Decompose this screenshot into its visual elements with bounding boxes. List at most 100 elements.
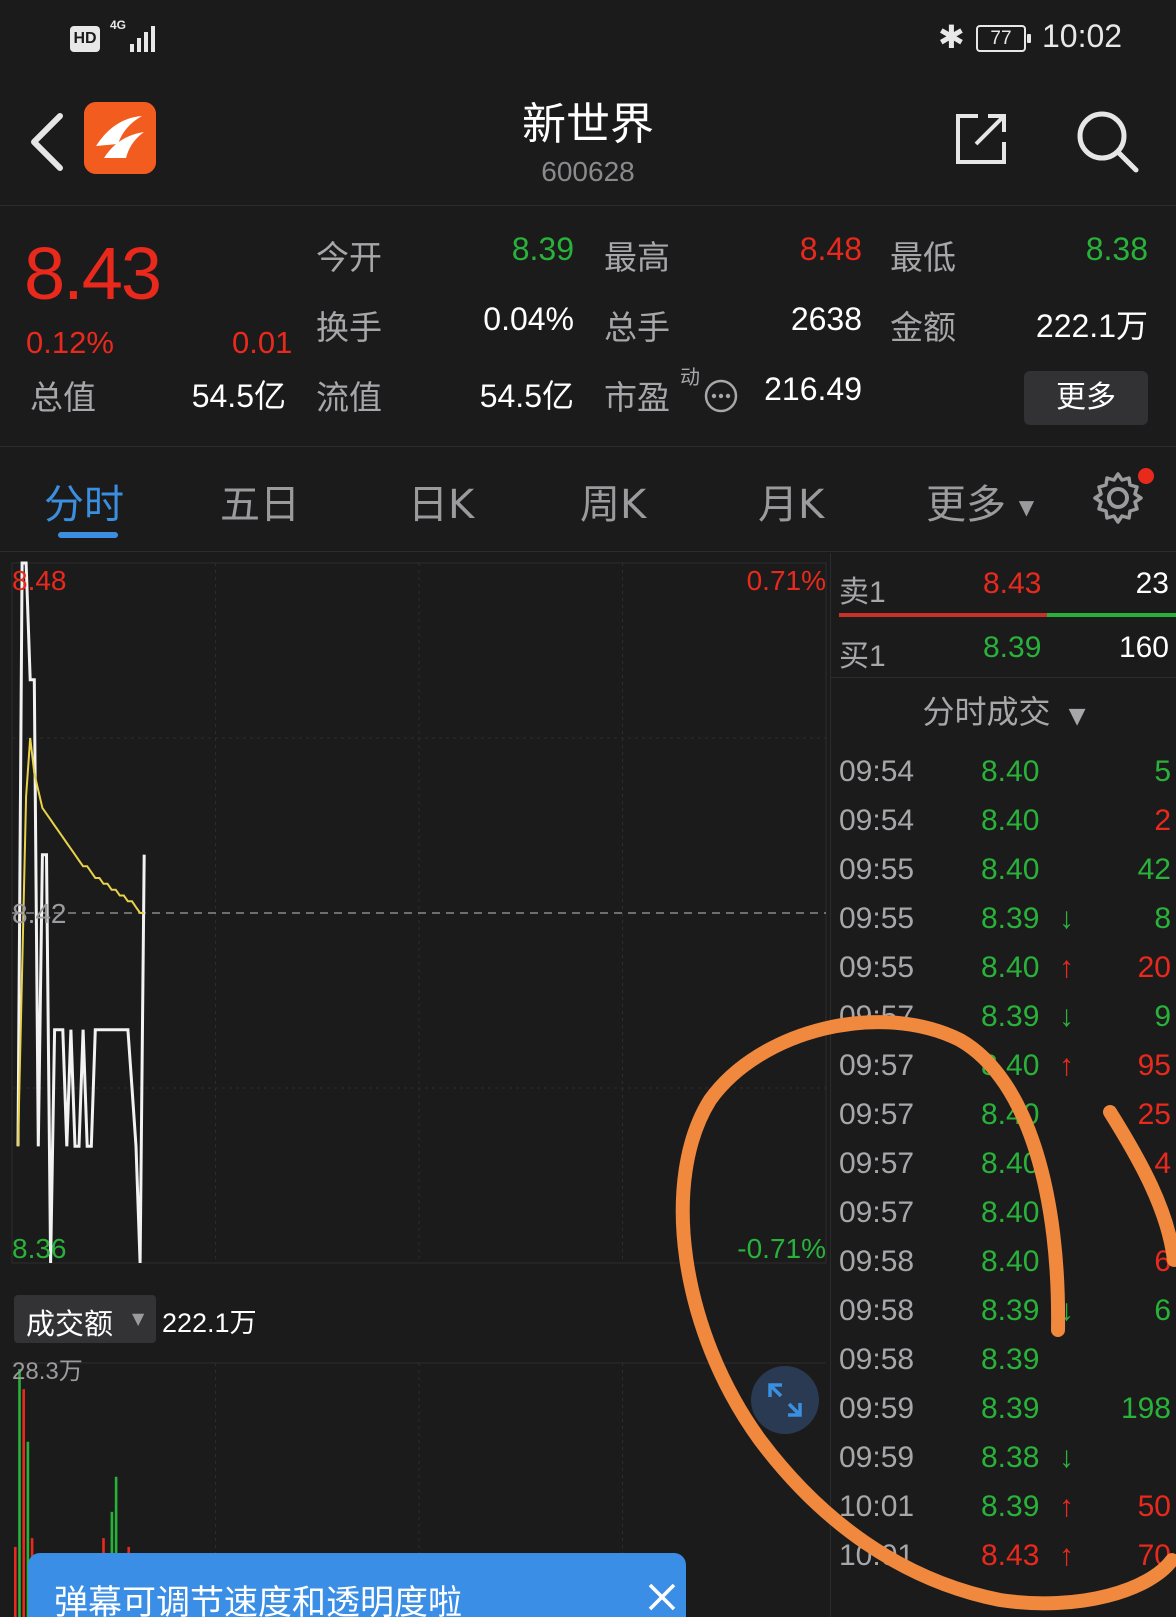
tick-volume: 198 — [1120, 1392, 1171, 1425]
volume-bar — [18, 1369, 21, 1617]
tick-price: 8.40 — [981, 755, 1040, 788]
tab-five-day[interactable]: 五日 — [220, 472, 300, 530]
tick-volume: 42 — [1137, 853, 1171, 886]
tick-volume: 5 — [1154, 755, 1171, 788]
tab-intraday[interactable]: 分时 — [44, 472, 124, 530]
volume-selector-label: 成交额 — [26, 1307, 114, 1341]
y-label-bottom: 8.36 — [12, 1233, 67, 1264]
tick-price: 8.40 — [981, 853, 1040, 886]
tick-price: 8.40 — [981, 1196, 1040, 1229]
tick-row: 09:55 8.40 ↑ 20 — [831, 945, 1176, 995]
sell-1-volume: 23 — [1135, 567, 1169, 600]
share-icon[interactable] — [952, 108, 1012, 168]
turnover-label: 换手 — [316, 308, 382, 347]
tab-more[interactable]: 更多 ▼ — [926, 472, 1034, 530]
y-label-top: 8.48 — [12, 565, 67, 596]
tab-more-label: 更多 — [926, 482, 1006, 528]
search-icon[interactable] — [1074, 108, 1140, 174]
arrow-up-icon: ↑ — [1059, 1539, 1074, 1572]
tick-price: 8.39 — [981, 1490, 1040, 1523]
high-label: 最高 — [604, 238, 670, 277]
tick-price: 8.39 — [981, 1294, 1040, 1327]
tick-row: 10:01 8.43 ↑ 70 — [831, 1533, 1176, 1583]
low-label: 最低 — [890, 238, 956, 277]
y-label-mid: 8.42 — [12, 898, 67, 929]
buy-1-volume: 160 — [1118, 631, 1169, 664]
notification-dot — [1138, 468, 1154, 484]
tick-time: 09:59 — [839, 1441, 915, 1474]
tab-daily-k[interactable]: 日K — [408, 472, 474, 530]
tick-time: 09:57 — [839, 1147, 915, 1180]
tab-weekly-k[interactable]: 周K — [580, 472, 646, 530]
close-icon[interactable] — [644, 1579, 680, 1615]
tick-time: 09:59 — [839, 1392, 915, 1425]
tick-volume: 9 — [1154, 1000, 1171, 1033]
tick-row: 09:55 8.39 ↓ 8 — [831, 896, 1176, 946]
tick-row: 09:59 8.38 ↓ — [831, 1435, 1176, 1485]
volume-bar — [22, 1389, 25, 1617]
open-value: 8.39 — [511, 231, 574, 267]
tick-row: 09:57 8.40 4 — [831, 1141, 1176, 1191]
ticks-header[interactable]: 分时成交 ▼ — [831, 687, 1176, 743]
tick-row: 09:58 8.39 ↓ 6 — [831, 1288, 1176, 1338]
volume-label: 总手 — [604, 308, 670, 347]
tab-monthly-k[interactable]: 月K — [758, 472, 824, 530]
amount-value: 222.1万 — [1035, 308, 1148, 344]
tick-price: 8.43 — [981, 1539, 1040, 1572]
tick-row: 09:57 8.39 ↓ 9 — [831, 994, 1176, 1044]
expand-chart-icon[interactable] — [750, 1365, 820, 1435]
tick-time: 09:55 — [839, 853, 915, 886]
tick-price: 8.40 — [981, 1098, 1040, 1131]
volume-total: 222.1万 — [162, 1308, 257, 1338]
tick-price: 8.40 — [981, 804, 1040, 837]
hd-icon: HD — [70, 26, 100, 52]
amount-label: 金额 — [890, 308, 956, 347]
tick-price: 8.40 — [981, 951, 1040, 984]
tick-volume: 6 — [1154, 1245, 1171, 1278]
chart-grid — [11, 562, 827, 1617]
pe-superscript: 动 — [680, 365, 700, 389]
arrow-down-icon: ↓ — [1059, 1000, 1074, 1033]
volume-selector[interactable]: 成交额 ▼ — [14, 1295, 156, 1343]
tick-price: 8.39 — [981, 902, 1040, 935]
tick-price: 8.38 — [981, 1441, 1040, 1474]
market-cap-value: 54.5亿 — [191, 378, 286, 414]
tick-row: 10:01 8.39 ↑ 50 — [831, 1484, 1176, 1534]
more-quote-button[interactable]: 更多 — [1024, 371, 1148, 425]
quote-panel: 8.43 0.12% 0.01 今开 8.39 最高 8.48 最低 8.38 … — [0, 207, 1176, 447]
market-cap-label: 总值 — [30, 378, 96, 417]
tick-time: 09:58 — [839, 1245, 915, 1278]
info-icon[interactable] — [704, 379, 738, 413]
tick-time: 09:55 — [839, 902, 915, 935]
pct-label-bottom: -0.71% — [737, 1233, 826, 1264]
current-price: 8.43 — [24, 232, 162, 315]
tick-time: 09:57 — [839, 1000, 915, 1033]
intraday-chart[interactable]: 8.48 8.42 8.36 0.71% -0.71% 28.3万 成交额 ▼ … — [0, 553, 830, 1617]
tick-price: 8.40 — [981, 1245, 1040, 1278]
buy-1-price: 8.39 — [983, 631, 1042, 664]
pe-value: 216.49 — [764, 371, 862, 407]
tick-row: 09:54 8.40 2 — [831, 798, 1176, 848]
pe-label: 市盈 — [604, 378, 670, 417]
volume-max-label: 28.3万 — [12, 1358, 83, 1385]
status-bar: HD 4G ✱ 77 10:02 — [0, 0, 1176, 78]
network-type: 4G — [110, 18, 127, 32]
tick-time: 09:57 — [839, 1196, 915, 1229]
arrow-up-icon: ↑ — [1059, 1490, 1074, 1523]
arrow-up-icon: ↑ — [1059, 951, 1074, 984]
sell-1-price: 8.43 — [983, 567, 1042, 600]
high-value: 8.48 — [799, 231, 862, 267]
tick-volume: 2 — [1154, 804, 1171, 837]
tick-time: 10:01 — [839, 1539, 915, 1572]
buy-1-label: 买1 — [839, 640, 886, 673]
turnover-value: 0.04% — [483, 301, 574, 337]
open-label: 今开 — [316, 238, 382, 277]
dropdown-caret-icon: ▼ — [132, 1309, 145, 1328]
tick-price: 8.39 — [981, 1392, 1040, 1425]
tick-price: 8.39 — [981, 1000, 1040, 1033]
ticks-title: 分时成交 — [922, 693, 1051, 731]
tick-volume: 8 — [1154, 902, 1171, 935]
danmaku-toast[interactable]: 弹幕可调节速度和透明度啦 — [28, 1553, 686, 1617]
battery-icon: 77 — [976, 25, 1031, 52]
tick-row: 09:57 8.40 ↑ 95 — [831, 1043, 1176, 1093]
